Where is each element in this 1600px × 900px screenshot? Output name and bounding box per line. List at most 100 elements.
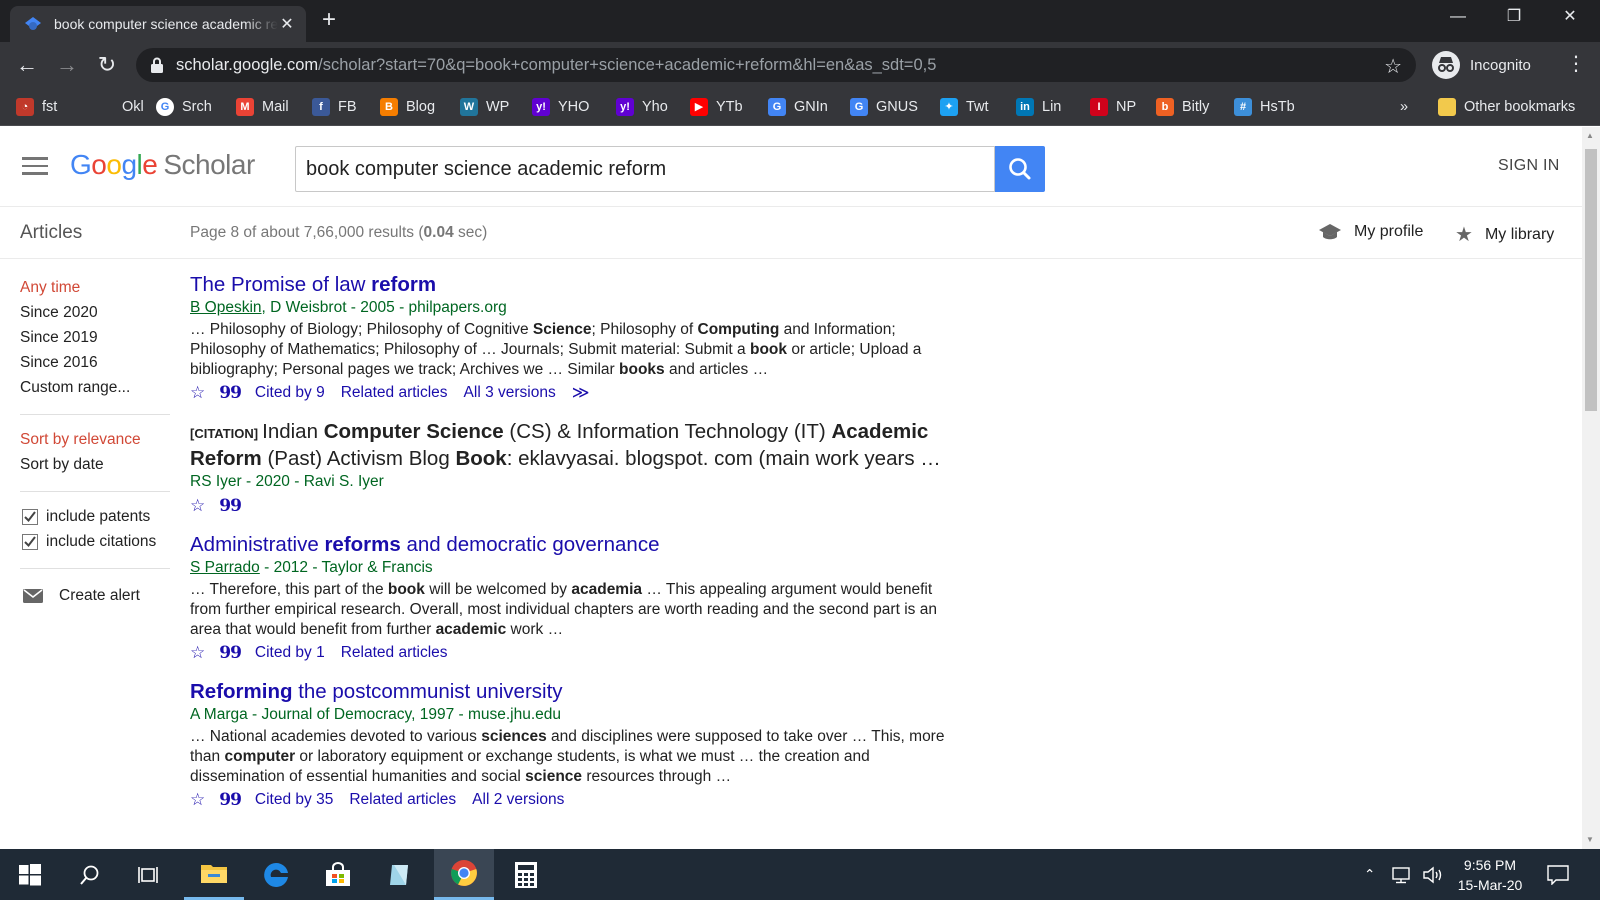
search-taskbar-icon[interactable] — [60, 849, 120, 900]
save-star-icon[interactable]: ☆ — [190, 496, 205, 516]
calculator-icon[interactable] — [496, 849, 556, 900]
result-title[interactable]: Administrative reforms and democratic go… — [190, 532, 950, 557]
meta-text: RS Iyer - 2020 - Ravi S. Iyer — [190, 473, 384, 490]
save-star-icon[interactable]: ☆ — [190, 643, 205, 663]
notes-app-icon[interactable] — [370, 849, 430, 900]
volume-icon[interactable] — [1422, 849, 1444, 900]
chrome-taskbar-icon[interactable] — [434, 849, 494, 900]
bookmark-gnus[interactable]: G GNUS — [850, 97, 918, 117]
bookmark-bitly[interactable]: b Bitly — [1156, 97, 1209, 117]
include-patents-label: include patents — [46, 507, 151, 525]
bookmark-fst[interactable]: ◔ fst — [16, 97, 57, 117]
search-icon — [1009, 158, 1031, 180]
bookmark-srch[interactable]: G Srch — [156, 97, 212, 117]
bookmark-np[interactable]: I NP — [1090, 97, 1136, 117]
cite-quote-icon[interactable]: 99 — [219, 383, 242, 403]
text-segment: ; Philosophy of — [591, 321, 698, 338]
bookmark-blog[interactable]: B Blog — [380, 97, 435, 117]
reload-icon[interactable]: ↻ — [93, 51, 121, 79]
highlighted-term: reforms — [324, 533, 401, 556]
windows-start-icon[interactable] — [0, 849, 60, 900]
search-input[interactable]: book computer science academic reform — [295, 146, 995, 192]
bookmark-hstb[interactable]: # HsTb — [1234, 97, 1295, 117]
save-star-icon[interactable]: ☆ — [190, 383, 205, 403]
network-icon[interactable] — [1392, 849, 1414, 900]
close-window-icon[interactable]: ✕ — [1542, 0, 1598, 32]
time-filter-2020[interactable]: Since 2020 — [20, 300, 170, 325]
new-tab-icon[interactable]: + — [322, 8, 336, 32]
result-title[interactable]: Reforming the postcommunist university — [190, 679, 950, 704]
create-alert-button[interactable]: Create alert — [20, 581, 170, 611]
time-filter-2016[interactable]: Since 2016 — [20, 350, 170, 375]
bookmark-lin[interactable]: in Lin — [1016, 97, 1061, 117]
yahoo-icon: y! — [616, 98, 634, 116]
menu-kebab-icon[interactable]: ⋮ — [1566, 52, 1586, 76]
cited-by-link[interactable]: Cited by 9 — [255, 384, 325, 402]
time-filter-custom[interactable]: Custom range... — [20, 375, 170, 400]
google-scholar-logo[interactable]: Google Scholar — [70, 149, 255, 181]
file-explorer-icon[interactable] — [184, 849, 244, 900]
time-filter-any[interactable]: Any time — [20, 275, 170, 300]
time-filter-2019[interactable]: Since 2019 — [20, 325, 170, 350]
bookmarks-bar: » Other bookmarks ◔ fst Okl G Srch M Mail f FB B B… — [0, 88, 1600, 126]
my-profile-link[interactable]: My profile — [1318, 222, 1423, 242]
page-scrollbar[interactable]: ▲ ▼ — [1582, 127, 1600, 849]
author-link[interactable]: B Opeskin — [190, 299, 262, 316]
bookmark-wp[interactable]: W WP — [460, 97, 509, 117]
bookmark-fb[interactable]: f FB — [312, 97, 357, 117]
include-citations-checkbox[interactable]: include citations — [20, 529, 170, 554]
bookmark-label: fst — [42, 99, 58, 115]
all-versions-link[interactable]: All 2 versions — [472, 791, 564, 809]
hamburger-menu-icon[interactable] — [22, 157, 48, 175]
more-options-icon[interactable]: ≫ — [572, 383, 590, 403]
bookmark-gnin[interactable]: G GNIn — [768, 97, 828, 117]
close-tab-icon[interactable]: ✕ — [278, 14, 296, 34]
bookmark-star-icon[interactable]: ☆ — [1384, 54, 1402, 79]
sign-in-button[interactable]: SIGN IN — [1498, 157, 1560, 175]
cited-by-link[interactable]: Cited by 35 — [255, 791, 333, 809]
sort-by-relevance[interactable]: Sort by relevance — [20, 427, 170, 452]
bookmark-yho[interactable]: y! YHO — [532, 97, 589, 117]
address-bar[interactable]: scholar.google.com/scholar?start=70&q=bo… — [136, 48, 1416, 82]
edge-browser-icon[interactable] — [246, 849, 306, 900]
other-bookmarks[interactable]: Other bookmarks — [1438, 97, 1575, 117]
forward-icon[interactable]: → — [53, 51, 81, 79]
bookmarks-overflow-icon[interactable]: » — [1400, 97, 1408, 117]
all-versions-link[interactable]: All 3 versions — [464, 384, 556, 402]
minimize-icon[interactable]: — — [1430, 0, 1486, 32]
my-library-link[interactable]: ★ My library — [1455, 222, 1554, 247]
scroll-up-icon[interactable]: ▲ — [1586, 131, 1594, 140]
divider — [20, 414, 170, 415]
text-segment: … Therefore, this part of the — [190, 581, 388, 598]
sort-by-date[interactable]: Sort by date — [20, 452, 170, 477]
cite-quote-icon[interactable]: 99 — [219, 643, 242, 663]
search-button[interactable] — [995, 146, 1045, 192]
back-icon[interactable]: ← — [13, 51, 41, 79]
related-articles-link[interactable]: Related articles — [341, 384, 448, 402]
bookmark-yho[interactable]: y! Yho — [616, 97, 668, 117]
scroll-down-icon[interactable]: ▼ — [1586, 835, 1594, 844]
bookmark-twt[interactable]: ✦ Twt — [940, 97, 989, 117]
result-title[interactable]: The Promise of law reform — [190, 272, 950, 297]
cite-quote-icon[interactable]: 99 — [219, 790, 242, 810]
include-patents-checkbox[interactable]: include patents — [20, 504, 170, 529]
active-tab[interactable]: book computer science academic reform ✕ — [10, 6, 306, 42]
task-view-icon[interactable] — [120, 849, 180, 900]
incognito-profile[interactable]: Incognito — [1432, 49, 1531, 81]
save-star-icon[interactable]: ☆ — [190, 790, 205, 810]
related-articles-link[interactable]: Related articles — [349, 791, 456, 809]
bookmark-okl[interactable]: Okl — [96, 97, 144, 117]
related-articles-link[interactable]: Related articles — [341, 644, 448, 662]
action-center-icon[interactable] — [1547, 849, 1569, 900]
system-clock[interactable]: 9:56 PM 15-Mar-20 — [1450, 855, 1530, 895]
show-hidden-icons-icon[interactable]: ⌃ — [1364, 849, 1375, 900]
scrollbar-thumb[interactable] — [1585, 149, 1597, 411]
store-icon[interactable] — [308, 849, 368, 900]
cite-quote-icon[interactable]: 99 — [219, 496, 242, 516]
other-bookmarks-label: Other bookmarks — [1464, 99, 1576, 115]
restore-icon[interactable]: ❐ — [1486, 0, 1542, 32]
bookmark-mail[interactable]: M Mail — [236, 97, 289, 117]
bookmark-ytb[interactable]: ▶ YTb — [690, 97, 743, 117]
author-link[interactable]: S Parrado — [190, 559, 260, 576]
cited-by-link[interactable]: Cited by 1 — [255, 644, 325, 662]
